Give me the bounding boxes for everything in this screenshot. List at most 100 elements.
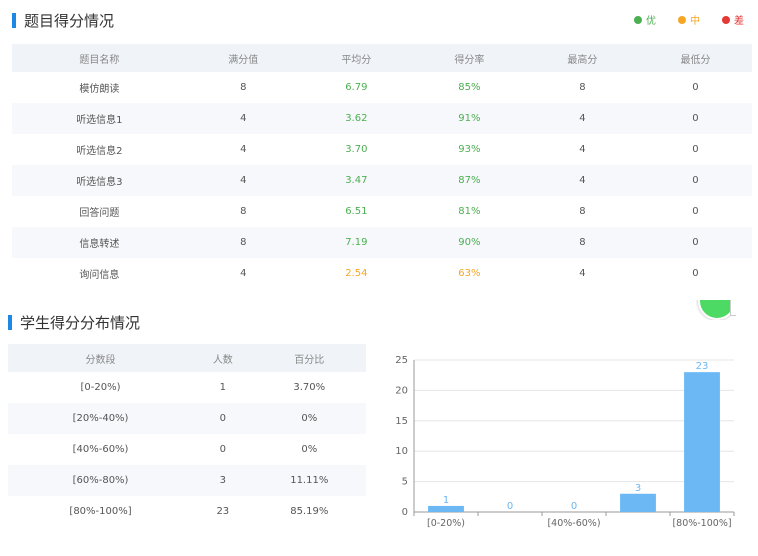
header-percentage: 百分比	[252, 344, 366, 372]
full-score: 4	[186, 165, 300, 196]
question-name: 询问信息	[79, 270, 120, 281]
score-section-title-text: 题目得分情况	[24, 12, 115, 30]
min-score: 0	[638, 103, 752, 134]
student-count: 3	[193, 465, 253, 496]
min-score: 0	[692, 82, 699, 93]
average-score: 6.51	[345, 206, 368, 217]
data-label: 0	[571, 501, 577, 512]
full-score: 4	[240, 268, 247, 279]
percentage: 85.19%	[290, 506, 329, 517]
legend-label-mid: 中	[690, 16, 700, 27]
x-tick-label: [40%-60%)	[547, 518, 600, 529]
score-rate: 90%	[412, 227, 526, 258]
min-score: 0	[692, 144, 699, 155]
max-score: 8	[579, 82, 586, 93]
min-score: 0	[638, 227, 752, 258]
y-tick-label: 25	[395, 355, 408, 366]
header-max: 最高分	[525, 44, 639, 72]
average-score: 6.79	[345, 82, 368, 93]
max-score: 8	[525, 227, 639, 258]
header-score-rate: 得分率	[412, 44, 526, 72]
bar	[428, 505, 464, 512]
y-tick-label: 5	[402, 477, 408, 488]
score-rate: 93%	[458, 144, 481, 155]
y-tick-label: 15	[395, 416, 408, 427]
question-name: 听选信息2	[76, 146, 123, 157]
legend-item-poor: 差	[722, 12, 744, 27]
y-tick-label: 0	[402, 507, 408, 518]
full-score: 4	[186, 103, 300, 134]
max-score: 4	[579, 144, 586, 155]
max-score: 4	[525, 103, 639, 134]
student-count: 1	[219, 382, 226, 393]
score-table-header: 题目名称 满分值 平均分 得分率 最高分 最低分	[12, 44, 752, 72]
y-tick-label: 20	[395, 385, 408, 396]
percentage: 3.70%	[293, 382, 326, 393]
student-count: 0	[193, 403, 253, 434]
student-count: 0	[219, 444, 226, 455]
data-label: 1	[443, 495, 449, 506]
average-score: 2.54	[345, 268, 368, 279]
header-min: 最低分	[638, 44, 752, 72]
table-row: 询问信息 4 2.54 63% 4 0	[12, 258, 752, 289]
student-count: 23	[216, 506, 230, 517]
percentage: 11.11%	[252, 465, 366, 496]
min-score: 0	[638, 165, 752, 196]
legend-item-good: 优	[634, 12, 656, 27]
bar	[620, 493, 656, 512]
table-row: 听选信息3 4 3.47 87% 4 0	[12, 165, 752, 196]
max-score: 8	[579, 206, 586, 217]
green-dot-icon	[634, 15, 642, 24]
min-score: 0	[692, 206, 699, 217]
data-label: 0	[507, 501, 513, 512]
table-row: [60%-80%) 3 11.11%	[8, 465, 366, 496]
y-tick-label: 10	[395, 446, 408, 457]
score-range: [80%-100%]	[69, 506, 132, 517]
x-tick-label: [0-20%)	[427, 518, 465, 529]
score-rate: 81%	[458, 206, 481, 217]
average-score: 7.19	[299, 227, 413, 258]
full-score: 8	[240, 82, 247, 93]
average-score: 3.62	[299, 103, 413, 134]
question-name: 听选信息1	[12, 103, 187, 134]
min-score: 0	[692, 268, 699, 279]
question-name: 回答问题	[79, 208, 120, 219]
score-table: 题目名称 满分值 平均分 得分率 最高分 最低分 模仿朗读 8 6.79 85%…	[12, 44, 752, 289]
legend-label-poor: 差	[734, 16, 744, 27]
score-rate: 85%	[458, 82, 481, 93]
header-score-range: 分数段	[8, 344, 194, 372]
x-tick-label: [80%-100%]	[672, 518, 731, 529]
percentage: 0%	[252, 403, 366, 434]
header-question-name: 题目名称	[12, 44, 187, 72]
float-tab	[730, 300, 736, 316]
bar	[684, 372, 720, 512]
score-rate: 63%	[458, 268, 481, 279]
score-range: [40%-60%)	[72, 444, 129, 455]
full-score: 4	[240, 144, 247, 155]
max-score: 4	[525, 165, 639, 196]
score-rate: 87%	[412, 165, 526, 196]
legend-label-good: 优	[646, 16, 656, 27]
table-row: 模仿朗读 8 6.79 85% 8 0	[12, 72, 752, 103]
red-dot-icon	[722, 15, 730, 24]
floating-action-button[interactable]	[696, 300, 736, 320]
average-score: 3.47	[299, 165, 413, 196]
score-rate: 91%	[412, 103, 526, 134]
max-score: 4	[579, 268, 586, 279]
header-full-score: 满分值	[186, 44, 300, 72]
title-accent-bar	[8, 315, 12, 330]
table-row: 回答问题 8 6.51 81% 8 0	[12, 196, 752, 227]
score-range: [20%-40%)	[8, 403, 194, 434]
table-row: [0-20%) 1 3.70%	[8, 372, 366, 403]
table-row: [40%-60%) 0 0%	[8, 434, 366, 465]
orange-dot-icon	[678, 15, 686, 24]
table-row: 信息转述 8 7.19 90% 8 0	[12, 227, 752, 258]
distribution-table-header: 分数段 人数 百分比	[8, 344, 366, 372]
full-score: 8	[240, 206, 247, 217]
table-row: 听选信息2 4 3.70 93% 4 0	[12, 134, 752, 165]
distribution-section-title-text: 学生得分分布情况	[20, 314, 141, 332]
table-row: [80%-100%] 23 85.19%	[8, 496, 366, 527]
distribution-table: 分数段 人数 百分比 [0-20%) 1 3.70% [20%-40%) 0 0…	[8, 344, 366, 527]
table-row: 听选信息1 4 3.62 91% 4 0	[12, 103, 752, 134]
distribution-bar-chart: 0 5 10 15 20 25 1 [0-20%) 0 0 [40%-60%) 3 23 [80%-100…	[395, 355, 735, 529]
